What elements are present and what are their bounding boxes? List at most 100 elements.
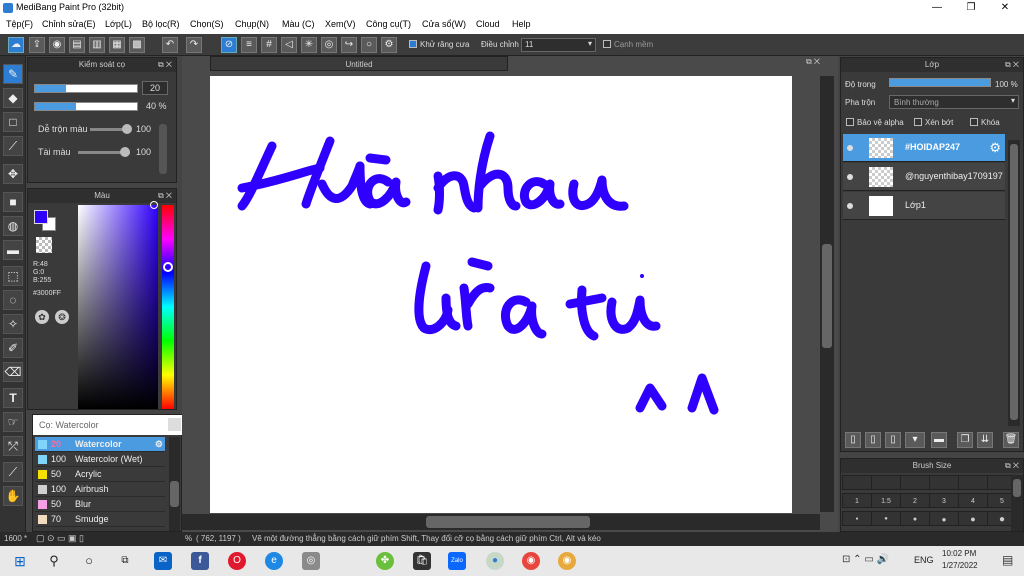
new-halftone-layer-icon[interactable]: ▯: [865, 432, 881, 448]
menu-file[interactable]: Tệp(F): [6, 19, 33, 29]
brush-list-item[interactable]: 50 Acrylic: [35, 467, 165, 482]
lasso-tool-icon[interactable]: ◌: [3, 290, 23, 310]
brush-settings-gear-icon[interactable]: ⚙: [155, 437, 163, 452]
clock-time[interactable]: 10:02 PM: [942, 549, 976, 558]
transparent-color-swatch[interactable]: [36, 237, 52, 253]
vertical-scroll-thumb[interactable]: [822, 244, 832, 348]
operation-tool-icon[interactable]: ☞: [3, 412, 23, 432]
store-icon[interactable]: 🛍: [413, 552, 431, 570]
parallel-snap-icon[interactable]: ≡: [241, 37, 257, 53]
language-indicator[interactable]: ENG: [914, 555, 934, 565]
dropper-tool-icon[interactable]: ⤱: [3, 436, 23, 456]
brush-size-preview-cell[interactable]: ●: [842, 511, 872, 526]
duplicate-layer-icon[interactable]: ❐: [957, 432, 973, 448]
notification-icon[interactable]: ▤: [1002, 553, 1013, 567]
brush-list-item[interactable]: 100 Airbrush: [35, 482, 165, 497]
app-icon[interactable]: ◎: [302, 552, 320, 570]
cortana-icon[interactable]: ○: [80, 552, 98, 570]
brush-size-preview-cell[interactable]: [900, 475, 930, 490]
magic-wand-icon[interactable]: ✧: [3, 314, 23, 334]
menu-window[interactable]: Cửa sổ(W): [422, 19, 466, 29]
panel-close-icon[interactable]: ⧉ ✕: [1005, 459, 1019, 473]
close-button[interactable]: ✕: [988, 0, 1022, 16]
menu-cloud[interactable]: Cloud: [476, 19, 500, 29]
brush-size-preview-cell[interactable]: [871, 475, 901, 490]
brush-control-scrollbar[interactable]: [159, 124, 167, 174]
layer-opacity-slider[interactable]: [889, 78, 991, 87]
redo-icon[interactable]: ↷: [186, 37, 202, 53]
opera-icon[interactable]: O: [228, 552, 246, 570]
canvas-minimize-icon[interactable]: ⧉ ✕: [806, 57, 820, 67]
brush-opacity-slider[interactable]: [34, 102, 138, 111]
panel-close-icon[interactable]: ⧉ ✕: [158, 189, 172, 203]
folder-icon[interactable]: ▬: [931, 432, 947, 448]
select-tool-icon[interactable]: ⬚: [3, 266, 23, 286]
brush-list-item[interactable]: 20 Watercolor ⚙: [35, 437, 165, 452]
line-tool-icon[interactable]: ⟋: [3, 136, 23, 156]
brush-size-preview-cell[interactable]: [842, 475, 872, 490]
color-wheel-button[interactable]: ✿: [35, 310, 49, 324]
divide-tool-icon[interactable]: ⟋: [3, 462, 23, 482]
brush-list-scrollbar[interactable]: [169, 437, 180, 531]
canvas-vertical-scrollbar[interactable]: [820, 76, 834, 512]
layer-row[interactable]: @nguyenthibay1709197: [843, 163, 1005, 191]
menu-layer[interactable]: Lớp(L): [105, 19, 132, 29]
chrome-profile-icon[interactable]: ◉: [558, 552, 576, 570]
zoom-value[interactable]: 1600 *: [4, 534, 27, 543]
protect-alpha-toggle[interactable]: Bảo vệ alpha: [846, 118, 904, 127]
brush-size-preview-cell[interactable]: ●: [900, 511, 930, 526]
drawing-canvas[interactable]: [210, 76, 792, 513]
eraser-tool-icon[interactable]: ◆: [3, 88, 23, 108]
menu-color[interactable]: Màu (C): [282, 19, 315, 29]
menu-help[interactable]: Help: [512, 19, 531, 29]
horizontal-scroll-thumb[interactable]: [426, 516, 590, 528]
comment-icon[interactable]: ◉: [49, 37, 65, 53]
clipping-toggle[interactable]: Xén bớt: [914, 118, 953, 127]
grid-icon[interactable]: ▩: [129, 37, 145, 53]
cross-snap-icon[interactable]: #: [261, 37, 277, 53]
brush-size-cell[interactable]: 3: [929, 493, 959, 508]
delete-layer-icon[interactable]: 🗑: [1003, 432, 1019, 448]
hue-slider[interactable]: [162, 205, 174, 409]
undo-icon[interactable]: ↶: [162, 37, 178, 53]
menu-view[interactable]: Xem(V): [325, 19, 356, 29]
panel-close-icon[interactable]: ⧉ ✕: [1005, 58, 1019, 72]
blend-slider[interactable]: [90, 124, 132, 134]
menu-filter[interactable]: Bộ lọc(R): [142, 19, 180, 29]
menu-capture[interactable]: Chụp(N): [235, 19, 269, 29]
brush-size-slider[interactable]: [34, 84, 138, 93]
merge-layer-icon[interactable]: ⇊: [977, 432, 993, 448]
brush-list-item[interactable]: 100 Watercolor (Wet): [35, 452, 165, 467]
clover-icon[interactable]: ✤: [376, 552, 394, 570]
brush-size-cell[interactable]: 1: [842, 493, 872, 508]
hue-slider-cursor[interactable]: [163, 262, 173, 272]
brush-size-preview-cell[interactable]: [929, 475, 959, 490]
visibility-eye-icon[interactable]: [847, 174, 853, 180]
primary-color-swatch[interactable]: [34, 210, 48, 224]
soft-edge-toggle[interactable]: Cạnh mềm: [603, 40, 653, 49]
paint-slider-knob[interactable]: [120, 147, 130, 157]
task-view-icon[interactable]: ⧉: [116, 552, 134, 570]
brush-list-close-icon[interactable]: [168, 418, 181, 431]
new-layer-icon[interactable]: ▯: [845, 432, 861, 448]
menu-select[interactable]: Chọn(S): [190, 19, 224, 29]
maximize-button[interactable]: ❐: [954, 0, 988, 16]
snap-settings-icon[interactable]: ⚙: [381, 37, 397, 53]
brush-list-item[interactable]: 70 Smudge: [35, 512, 165, 527]
layer-row[interactable]: Lớp1: [843, 192, 1005, 220]
bucket-tool-icon[interactable]: ◍: [3, 216, 23, 236]
brush-tool-icon[interactable]: ✎: [3, 64, 23, 84]
select-pen-icon[interactable]: ✐: [3, 338, 23, 358]
color-picker-cursor[interactable]: [150, 201, 158, 209]
curve-snap-icon[interactable]: ↪: [341, 37, 357, 53]
layer-row[interactable]: #HOIDAP247 ⚙: [843, 134, 1005, 162]
select-eraser-icon[interactable]: ⌫: [3, 362, 23, 382]
menu-tools[interactable]: Công cụ(T): [366, 19, 411, 29]
blend-slider-knob[interactable]: [122, 124, 132, 134]
menu-edit[interactable]: Chỉnh sửa(E): [42, 19, 96, 29]
correction-select[interactable]: 11 ▾: [521, 38, 596, 52]
brush-size-value[interactable]: 20: [142, 81, 168, 95]
dot-tool-icon[interactable]: □: [3, 112, 23, 132]
snap-off-icon[interactable]: ⊘: [221, 37, 237, 53]
tray-icons[interactable]: ⊡ ⌃ ▭ 🔊: [842, 554, 889, 565]
